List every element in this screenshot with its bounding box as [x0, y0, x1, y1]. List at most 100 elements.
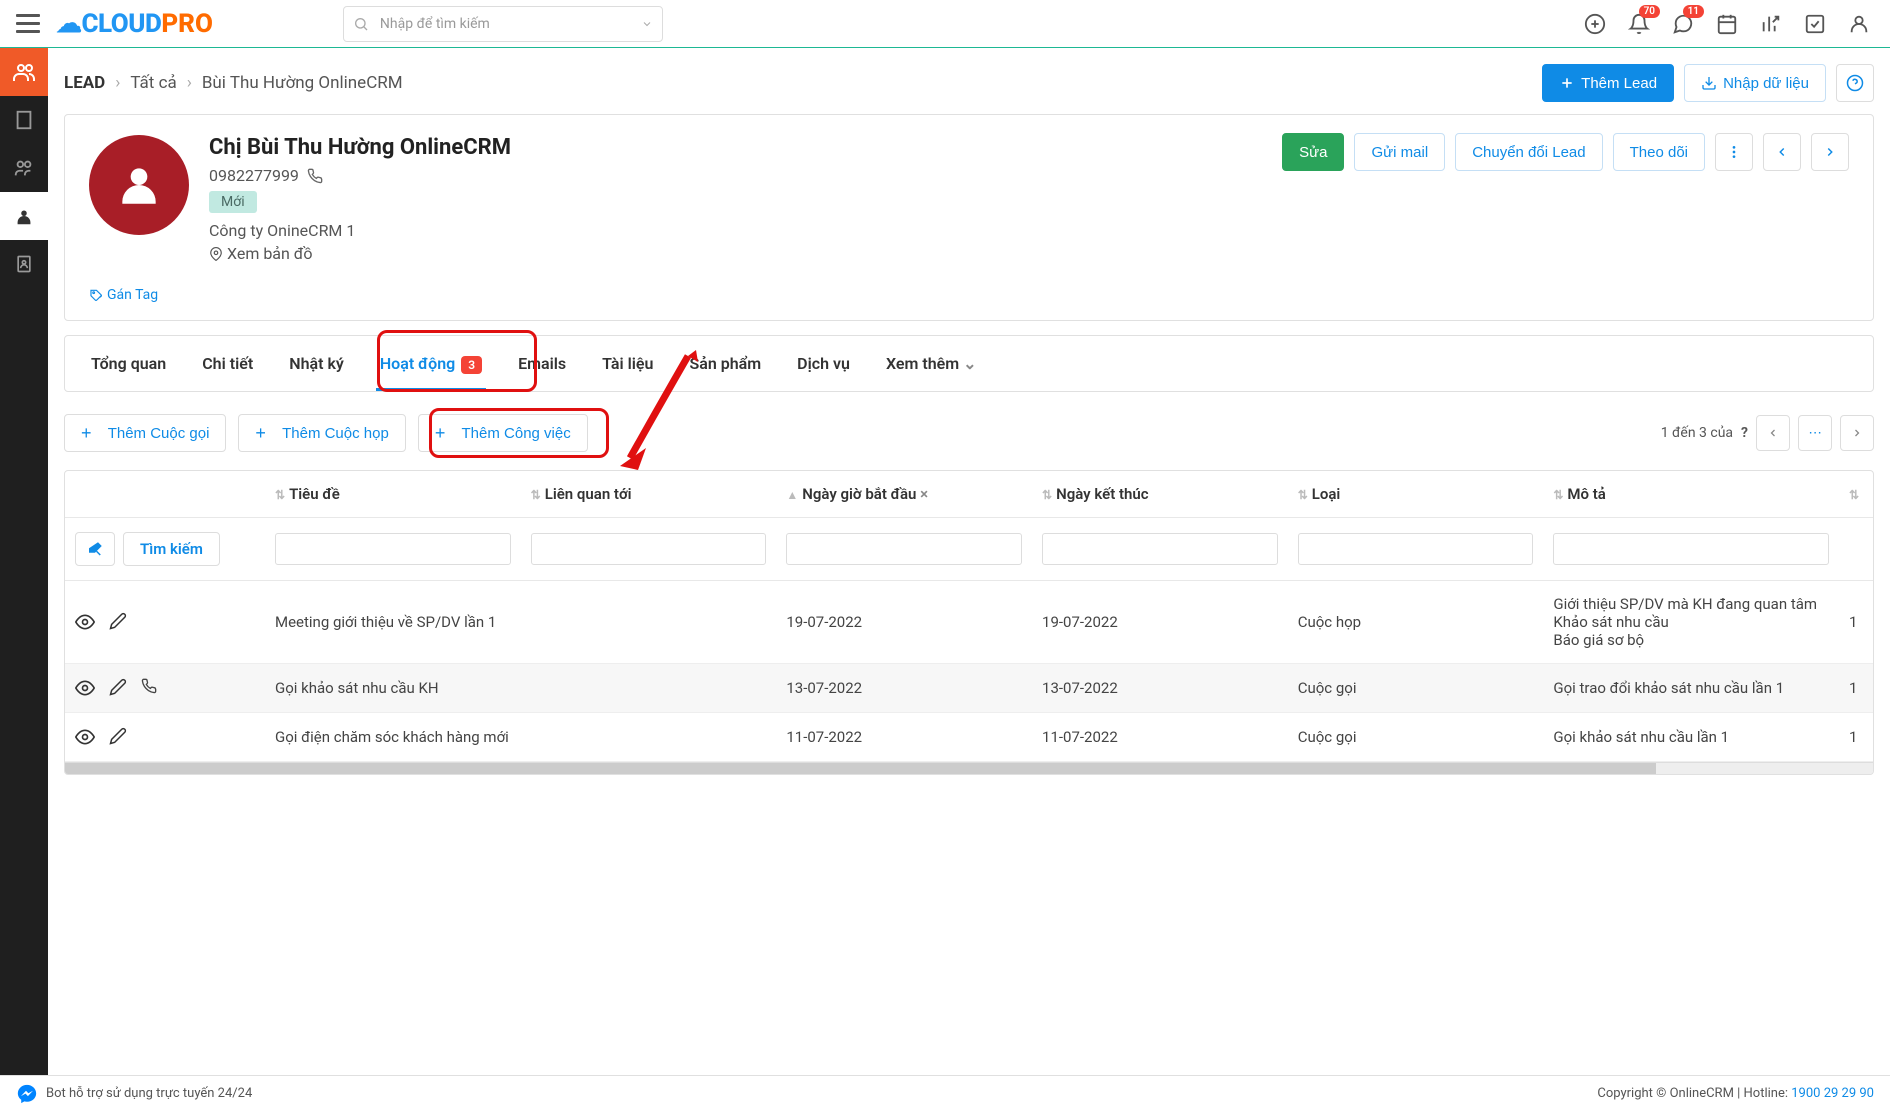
table-filter-row: Tìm kiếm — [65, 518, 1873, 581]
edit-icon[interactable] — [109, 727, 127, 747]
check-icon[interactable] — [1804, 13, 1826, 35]
follow-button[interactable]: Theo dõi — [1613, 133, 1705, 171]
cell-desc: Giới thiệu SP/DV mà KH đang quan tâm Khả… — [1543, 581, 1839, 664]
phone-icon[interactable] — [307, 168, 323, 184]
top-header: ☁CLOUDPRO Nhập để tìm kiếm 70 11 — [0, 0, 1890, 48]
hamburger-menu[interactable] — [12, 8, 44, 40]
next-record-button[interactable] — [1811, 133, 1849, 171]
breadcrumb-root[interactable]: LEAD — [64, 73, 105, 93]
tab-products[interactable]: Sản phẩm — [671, 336, 779, 391]
bell-icon[interactable]: 70 — [1628, 13, 1650, 35]
view-icon[interactable] — [75, 612, 95, 632]
tabs: Tổng quan Chi tiết Nhật ký Hoạt động3 Em… — [64, 335, 1874, 392]
chat-icon[interactable]: 11 — [1672, 13, 1694, 35]
filter-desc-input[interactable] — [1553, 533, 1829, 565]
cell-desc: Gọi khảo sát nhu cầu lần 1 — [1543, 713, 1839, 762]
sidebar-item-contact[interactable] — [0, 192, 48, 240]
tab-detail[interactable]: Chi tiết — [184, 336, 271, 391]
pager-total: ? — [1741, 425, 1748, 441]
col-more[interactable]: ⇅ — [1839, 471, 1873, 518]
pager-more-button[interactable]: ⋯ — [1798, 415, 1832, 451]
filter-start-input[interactable] — [786, 533, 1022, 565]
filter-title-input[interactable] — [275, 533, 511, 565]
hotline-link[interactable]: 1900 29 29 90 — [1791, 1086, 1874, 1101]
tab-overview[interactable]: Tổng quan — [73, 336, 184, 391]
tab-docs[interactable]: Tài liệu — [584, 336, 671, 391]
chat-badge: 11 — [1683, 5, 1704, 18]
edit-icon[interactable] — [109, 612, 127, 632]
add-todo-button[interactable]: + Thêm Công việc — [418, 414, 588, 452]
view-icon[interactable] — [75, 678, 95, 698]
logo[interactable]: ☁CLOUDPRO — [56, 9, 213, 39]
sidebar-item-building[interactable] — [0, 96, 48, 144]
messenger-icon[interactable] — [16, 1083, 38, 1105]
pager: 1 đến 3 của ? ⋯ — [1661, 415, 1874, 451]
sidebar-item-people[interactable] — [0, 48, 48, 96]
view-icon[interactable] — [75, 727, 95, 747]
footer-bot-text: Bot hỗ trợ sử dụng trực tuyến 24/24 — [46, 1086, 252, 1101]
breadcrumb-row: LEAD › Tất cả › Bùi Thu Hường OnlineCRM … — [64, 48, 1874, 114]
cell-extra: 1 — [1839, 664, 1873, 713]
chevron-down-icon[interactable] — [641, 18, 653, 30]
search-icon — [353, 16, 369, 32]
edit-button[interactable]: Sửa — [1282, 133, 1344, 171]
global-search[interactable]: Nhập để tìm kiếm — [343, 6, 663, 42]
cell-related — [521, 581, 777, 664]
tab-activity[interactable]: Hoạt động3 — [362, 336, 500, 391]
footer-copyright: Copyright © OnlineCRM | Hotline: 1900 29… — [1597, 1086, 1874, 1101]
edit-icon[interactable] — [109, 678, 127, 698]
chevron-down-icon: ⌄ — [963, 354, 976, 373]
convert-lead-button[interactable]: Chuyển đổi Lead — [1455, 133, 1602, 171]
clear-sort-icon[interactable]: × — [920, 485, 928, 503]
cell-extra: 1 — [1839, 713, 1873, 762]
col-desc[interactable]: ⇅Mô tả — [1543, 471, 1839, 518]
search-input[interactable]: Nhập để tìm kiếm — [343, 6, 663, 42]
pager-prev-button[interactable] — [1756, 415, 1790, 451]
filter-end-input[interactable] — [1042, 533, 1278, 565]
bell-badge: 70 — [1639, 5, 1660, 18]
pager-label: 1 đến 3 của — [1661, 425, 1733, 441]
col-end[interactable]: ⇅Ngày kết thúc — [1032, 471, 1288, 518]
sidebar-item-user-alt[interactable] — [0, 144, 48, 192]
send-mail-button[interactable]: Gửi mail — [1354, 133, 1445, 171]
pager-next-button[interactable] — [1840, 415, 1874, 451]
breadcrumb-mid[interactable]: Tất cả — [130, 73, 176, 93]
user-icon[interactable] — [1848, 13, 1870, 35]
tab-log[interactable]: Nhật ký — [271, 336, 362, 391]
tab-emails[interactable]: Emails — [500, 336, 584, 391]
cell-start: 11-07-2022 — [776, 713, 1032, 762]
add-meeting-button[interactable]: + Thêm Cuộc họp — [238, 414, 405, 452]
cell-type: Cuộc họp — [1288, 581, 1544, 664]
more-vertical-button[interactable] — [1715, 133, 1753, 171]
add-call-button[interactable]: + Thêm Cuộc gọi — [64, 414, 226, 452]
profile-title: Chị Bùi Thu Hường OnlineCRM — [209, 135, 511, 160]
clear-filters-button[interactable] — [75, 532, 115, 566]
tag-link[interactable]: Gán Tag — [65, 287, 182, 303]
import-button[interactable]: Nhập dữ liệu — [1684, 64, 1826, 102]
add-circle-icon[interactable] — [1584, 13, 1606, 35]
tab-services[interactable]: Dịch vụ — [779, 336, 868, 391]
analytics-icon[interactable] — [1760, 13, 1782, 35]
table-search-button[interactable]: Tìm kiếm — [123, 532, 220, 566]
col-start[interactable]: ▲Ngày giờ bắt đầu × — [776, 471, 1032, 518]
filter-related-input[interactable] — [531, 533, 767, 565]
breadcrumb-actions: Thêm Lead Nhập dữ liệu — [1542, 64, 1874, 102]
sidebar-item-doc[interactable] — [0, 240, 48, 288]
profile-map-link[interactable]: Xem bản đồ — [209, 244, 511, 263]
col-type[interactable]: ⇅Loại — [1288, 471, 1544, 518]
col-related[interactable]: ⇅Liên quan tới — [521, 471, 777, 518]
prev-record-button[interactable] — [1763, 133, 1801, 171]
cell-end: 19-07-2022 — [1032, 581, 1288, 664]
table-header-row: ⇅Tiêu đề ⇅Liên quan tới ▲Ngày giờ bắt đầ… — [65, 471, 1873, 518]
filter-type-input[interactable] — [1298, 533, 1534, 565]
tab-more[interactable]: Xem thêm ⌄ — [868, 336, 995, 391]
add-lead-button[interactable]: Thêm Lead — [1542, 64, 1674, 102]
left-sidebar — [0, 48, 48, 1111]
table-row: Gọi điện chăm sóc khách hàng mới 11-07-2… — [65, 713, 1873, 762]
phone-icon[interactable] — [141, 678, 157, 698]
status-chip: Mới — [209, 191, 257, 213]
calendar-icon[interactable] — [1716, 13, 1738, 35]
col-title[interactable]: ⇅Tiêu đề — [265, 471, 521, 518]
help-button[interactable] — [1836, 64, 1874, 102]
horizontal-scrollbar[interactable] — [65, 762, 1873, 774]
